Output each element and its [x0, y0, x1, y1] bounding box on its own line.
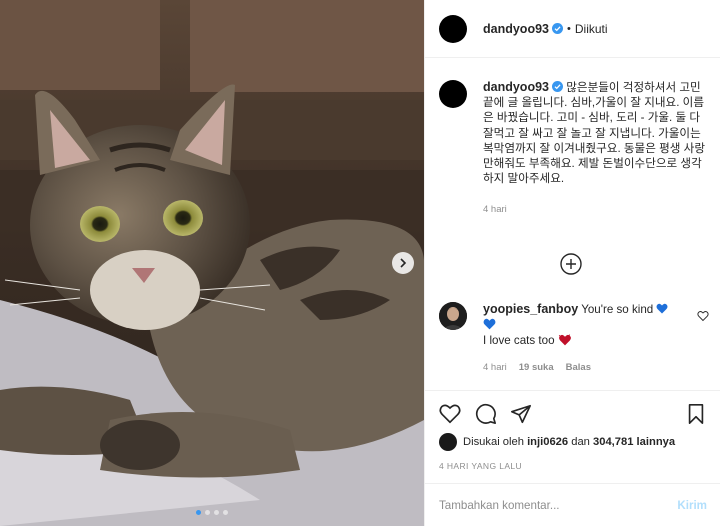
add-comment-bar: Kirim [425, 483, 720, 526]
carousel-dot [223, 510, 228, 515]
comment-avatar[interactable] [439, 302, 467, 330]
likes-prefix: Disukai oleh [463, 436, 524, 448]
comment-text-line2: I love cats too [483, 334, 555, 347]
verified-badge-icon [552, 81, 563, 92]
comment-item: yoopies_fanboy You're so kind I love cat… [439, 302, 713, 349]
post-side-panel: dandyoo93 • Diikuti dandyoo93 많은분들이 걱정하셔… [424, 0, 720, 526]
share-paper-plane-icon[interactable] [510, 403, 532, 425]
caption-username[interactable]: dandyoo93 [483, 80, 549, 94]
like-heart-icon[interactable] [439, 403, 461, 425]
post-caption: dandyoo93 많은분들이 걱정하셔서 고민끝에 글 올립니다. 심바,가울… [439, 80, 713, 218]
post-comment-button[interactable]: Kirim [677, 499, 707, 512]
carousel-dot [214, 510, 219, 515]
sparkling-heart-emoji-icon [558, 334, 571, 346]
header-separator: • [567, 22, 571, 35]
comment-bubble-icon[interactable] [475, 403, 497, 425]
comment-username[interactable]: yoopies_fanboy [483, 302, 578, 316]
comment-time[interactable]: 4 hari [483, 362, 507, 373]
chevron-right-icon [400, 258, 407, 268]
carousel-indicator [196, 510, 228, 515]
post-actions-bar [425, 390, 720, 434]
likes-count[interactable]: 304,781 lainnya [593, 436, 675, 448]
blue-heart-emoji-icon [483, 318, 496, 329]
avatar[interactable] [439, 14, 467, 43]
post-header: dandyoo93 • Diikuti [425, 0, 720, 58]
header-username[interactable]: dandyoo93 [483, 22, 549, 36]
post-date[interactable]: 4 HARI YANG LALU [439, 461, 522, 471]
caption-text: 많은분들이 걱정하셔서 고민끝에 글 올립니다. 심바,가울이 잘 지내요. 이… [483, 81, 705, 186]
likes-summary: Disukai oleh inji0626 dan 304,781 lainny… [439, 433, 675, 451]
bookmark-icon[interactable] [685, 403, 707, 425]
caption-avatar[interactable] [439, 80, 467, 108]
person-avatar-icon [439, 302, 467, 330]
verified-badge-icon [552, 23, 563, 34]
next-photo-button[interactable] [392, 252, 414, 274]
follow-status-button[interactable]: Diikuti [575, 22, 608, 36]
reply-button[interactable]: Balas [566, 362, 591, 373]
comment-text-line1: You're so kind [581, 303, 654, 316]
liker-avatar[interactable] [439, 433, 457, 451]
comment-likes-count[interactable]: 19 suka [519, 362, 554, 373]
post-photo[interactable] [0, 0, 424, 526]
carousel-dot [196, 510, 201, 515]
load-more-comments-icon[interactable] [559, 252, 583, 276]
comment-meta: 4 hari 19 suka Balas [483, 362, 591, 373]
cat-photo-image [0, 0, 424, 526]
likes-middle: dan [571, 436, 590, 448]
blue-heart-emoji-icon [656, 303, 668, 314]
comment-input[interactable] [439, 498, 678, 512]
carousel-dot [205, 510, 210, 515]
comment-like-heart-icon[interactable] [697, 310, 709, 322]
likes-user[interactable]: inji0626 [527, 436, 568, 448]
caption-time[interactable]: 4 hari [483, 202, 709, 217]
